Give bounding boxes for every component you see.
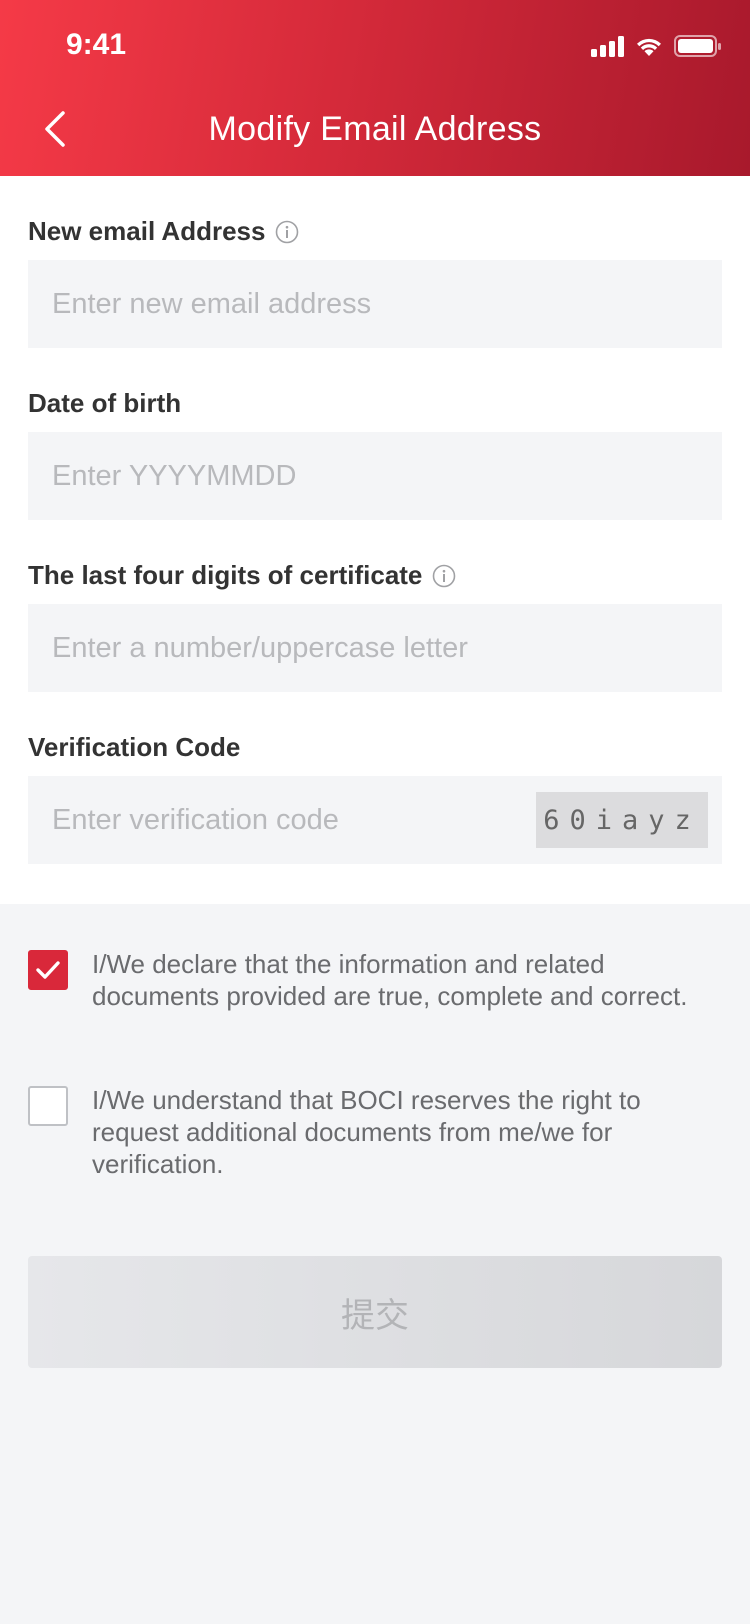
- declaration-text: I/We declare that the information and re…: [92, 949, 688, 1011]
- page-title: Modify Email Address: [208, 110, 542, 148]
- dob-label-text: Date of birth: [28, 388, 182, 418]
- wifi-icon: [634, 35, 664, 57]
- info-icon[interactable]: [275, 220, 299, 244]
- checkmark-icon: [36, 961, 60, 979]
- signal-icon: [591, 35, 624, 57]
- email-input[interactable]: [28, 260, 722, 348]
- certificate-field[interactable]: [28, 604, 722, 692]
- dob-label: Date of birth: [28, 388, 181, 419]
- submit-button[interactable]: 提交: [28, 1256, 722, 1368]
- info-icon[interactable]: [432, 564, 456, 588]
- certificate-input[interactable]: [28, 604, 722, 692]
- email-label: New email Address: [28, 216, 299, 247]
- battery-icon: [674, 34, 722, 58]
- header-bar: 9:41 Modify Email Address: [0, 0, 750, 176]
- email-field[interactable]: [28, 260, 722, 348]
- verification-label: Verification Code: [28, 732, 240, 763]
- certificate-label: The last four digits of certificate: [28, 560, 456, 591]
- acknowledgement-text: I/We understand that BOCI reserves the r…: [92, 1085, 641, 1179]
- dob-field[interactable]: [28, 432, 722, 520]
- verification-field[interactable]: 60iayz: [28, 776, 722, 864]
- certificate-label-text: The last four digits of certificate: [28, 560, 423, 590]
- verification-label-text: Verification Code: [28, 732, 241, 762]
- dob-input[interactable]: [28, 432, 722, 520]
- status-icons: [591, 34, 722, 58]
- declaration-row: I/We declare that the information and re…: [28, 948, 708, 1012]
- captcha-image[interactable]: 60iayz: [536, 792, 708, 848]
- acknowledgement-checkbox[interactable]: [28, 1086, 68, 1126]
- acknowledgement-row: I/We understand that BOCI reserves the r…: [28, 1084, 708, 1180]
- status-time: 9:41: [66, 28, 127, 61]
- declaration-checkbox[interactable]: [28, 950, 68, 990]
- email-label-text: New email Address: [28, 216, 266, 246]
- modify-email-form: New email Address Date of birth The last…: [0, 176, 750, 904]
